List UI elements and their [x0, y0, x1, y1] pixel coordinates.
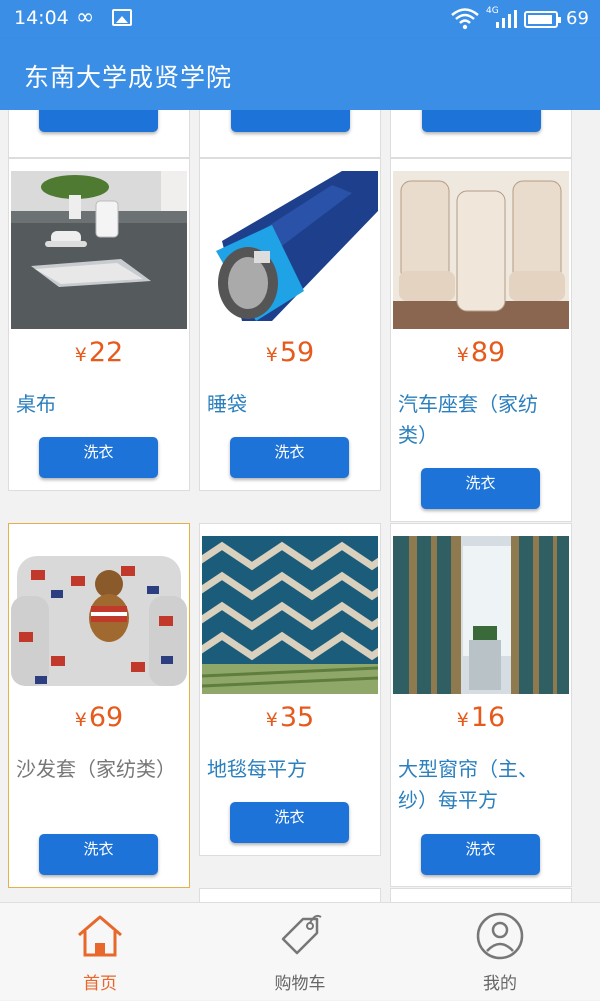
product-price: ¥69 [9, 702, 189, 733]
product-card[interactable]: ¥22 桌布 洗衣 [8, 158, 190, 491]
bottom-navigation: 首页 购物车 我的 [0, 902, 600, 1000]
wash-button[interactable]: 洗衣 [230, 802, 349, 843]
product-name: 地毯每平方 [207, 757, 307, 781]
product-card[interactable]: ¥89 汽车座套（家纺类） 洗衣 [390, 158, 572, 522]
product-card-partial[interactable] [199, 888, 381, 902]
signal-icon [496, 10, 517, 28]
currency-symbol: ¥ [74, 344, 87, 366]
product-name: 桌布 [16, 392, 56, 416]
home-icon [78, 915, 122, 957]
nav-cart[interactable]: 购物车 [200, 903, 400, 1001]
product-card[interactable]: ¥16 大型窗帘（主、纱）每平方 洗衣 [390, 523, 572, 887]
product-price: ¥16 [391, 702, 571, 733]
nav-profile[interactable]: 我的 [400, 903, 600, 1001]
price-value: 16 [470, 702, 506, 733]
car-seat-cover-photo [393, 171, 569, 329]
price-value: 69 [88, 702, 124, 733]
product-price: ¥22 [9, 337, 189, 368]
product-card[interactable]: ¥59 睡袋 洗衣 [199, 158, 381, 491]
infinity-icon: ∞ [76, 5, 95, 30]
price-value: 22 [88, 337, 124, 368]
product-price: ¥35 [200, 702, 380, 733]
product-card[interactable]: ¥35 地毯每平方 洗衣 [199, 523, 381, 856]
wash-button[interactable]: 洗衣 [421, 834, 540, 875]
image-icon [112, 9, 132, 26]
product-card-partial[interactable]: 洗衣 [199, 110, 381, 158]
wash-button[interactable]: 洗衣 [230, 437, 349, 478]
wash-button[interactable]: 洗衣 [422, 110, 541, 132]
price-value: 89 [470, 337, 506, 368]
wash-button[interactable]: 洗衣 [231, 110, 350, 132]
user-icon [476, 912, 524, 960]
wash-button[interactable]: 洗衣 [39, 834, 158, 875]
nav-label: 我的 [483, 974, 517, 994]
wash-button[interactable]: 洗衣 [39, 110, 158, 132]
product-name: 沙发套（家纺类） [16, 757, 176, 781]
product-card-selected[interactable]: ¥69 沙发套（家纺类） 洗衣 [8, 523, 190, 888]
wifi-icon [451, 8, 479, 30]
nav-home[interactable]: 首页 [0, 903, 200, 1001]
product-card-partial[interactable]: 洗衣 [8, 110, 190, 158]
tag-icon [281, 914, 322, 955]
currency-symbol: ¥ [456, 709, 469, 731]
product-card-partial[interactable] [390, 888, 572, 902]
product-name: 睡袋 [207, 392, 247, 416]
curtain-photo [393, 536, 569, 694]
page-title: 东南大学成贤学院 [24, 63, 233, 92]
price-value: 59 [279, 337, 315, 368]
status-time: 14:04 [14, 7, 69, 29]
sleeping-bag-photo [202, 171, 378, 329]
battery-level: 69 [566, 8, 589, 29]
app-bar: 东南大学成贤学院 [0, 38, 600, 110]
wash-button[interactable]: 洗衣 [421, 468, 540, 509]
battery-icon [524, 11, 561, 28]
status-bar: 14:04 ∞ 4G 69 [0, 0, 600, 38]
carpet-photo [202, 536, 378, 694]
product-card-partial[interactable]: 洗衣 [390, 110, 572, 158]
nav-label: 首页 [83, 974, 117, 994]
product-name: 大型窗帘（主、纱）每平方 [398, 757, 538, 812]
sofa-cover-photo [11, 536, 187, 694]
product-grid[interactable]: 洗衣 洗衣 洗衣 ¥22 桌布 洗衣 [0, 110, 600, 902]
currency-symbol: ¥ [265, 344, 278, 366]
currency-symbol: ¥ [456, 344, 469, 366]
tablecloth-photo [11, 171, 187, 329]
product-name: 汽车座套（家纺类） [398, 392, 538, 447]
product-price: ¥59 [200, 337, 380, 368]
product-price: ¥89 [391, 337, 571, 368]
nav-label: 购物车 [274, 974, 326, 994]
price-value: 35 [279, 702, 315, 733]
currency-symbol: ¥ [265, 709, 278, 731]
wash-button[interactable]: 洗衣 [39, 437, 158, 478]
currency-symbol: ¥ [74, 709, 87, 731]
